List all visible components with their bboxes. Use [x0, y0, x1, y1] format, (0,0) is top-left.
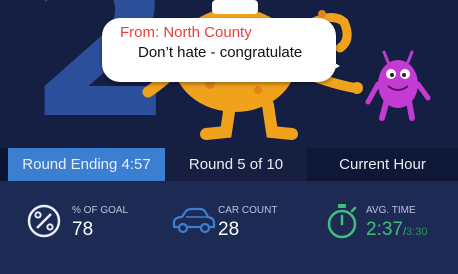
car-icon — [172, 207, 216, 234]
avg-time-stat: AVG. TIME 2:37/3:30 — [318, 181, 458, 274]
tab-round-number[interactable]: Round 5 of 10 — [165, 148, 307, 181]
stats-panel: % OF GOAL 78 CAR COUNT 28 AVG. TIME 2:37… — [0, 181, 458, 274]
goal-value: 78 — [72, 219, 94, 240]
round-tabs: Round Ending 4:57 Round 5 of 10 Current … — [0, 148, 458, 181]
message-text: Don’t hate - congratulate — [138, 44, 303, 61]
tab-round-ending[interactable]: Round Ending 4:57 — [8, 148, 165, 181]
hero-banner: 2 From: North County Don’t hate - congra… — [0, 0, 458, 148]
stopwatch-icon — [327, 204, 357, 239]
avg-time-target: 3:30 — [406, 226, 428, 238]
avg-time-value: 2:37/3:30 — [366, 219, 427, 241]
avg-time-actual: 2:37 — [366, 219, 403, 240]
message-bubble: From: North County Don’t hate - congratu… — [102, 18, 336, 82]
car-count-value: 28 — [218, 219, 240, 240]
goal-label: % OF GOAL — [72, 205, 129, 216]
avg-time-label: AVG. TIME — [366, 205, 416, 216]
goal-stat: % OF GOAL 78 — [0, 181, 150, 274]
message-sender: From: North County — [120, 24, 252, 41]
tab-current-hour[interactable]: Current Hour — [307, 148, 458, 181]
car-count-stat: CAR COUNT 28 — [160, 181, 310, 274]
purple-monster-icon — [365, 50, 431, 121]
percent-circle-icon — [27, 204, 61, 238]
bubble-tail — [322, 56, 340, 76]
car-count-label: CAR COUNT — [218, 205, 278, 216]
